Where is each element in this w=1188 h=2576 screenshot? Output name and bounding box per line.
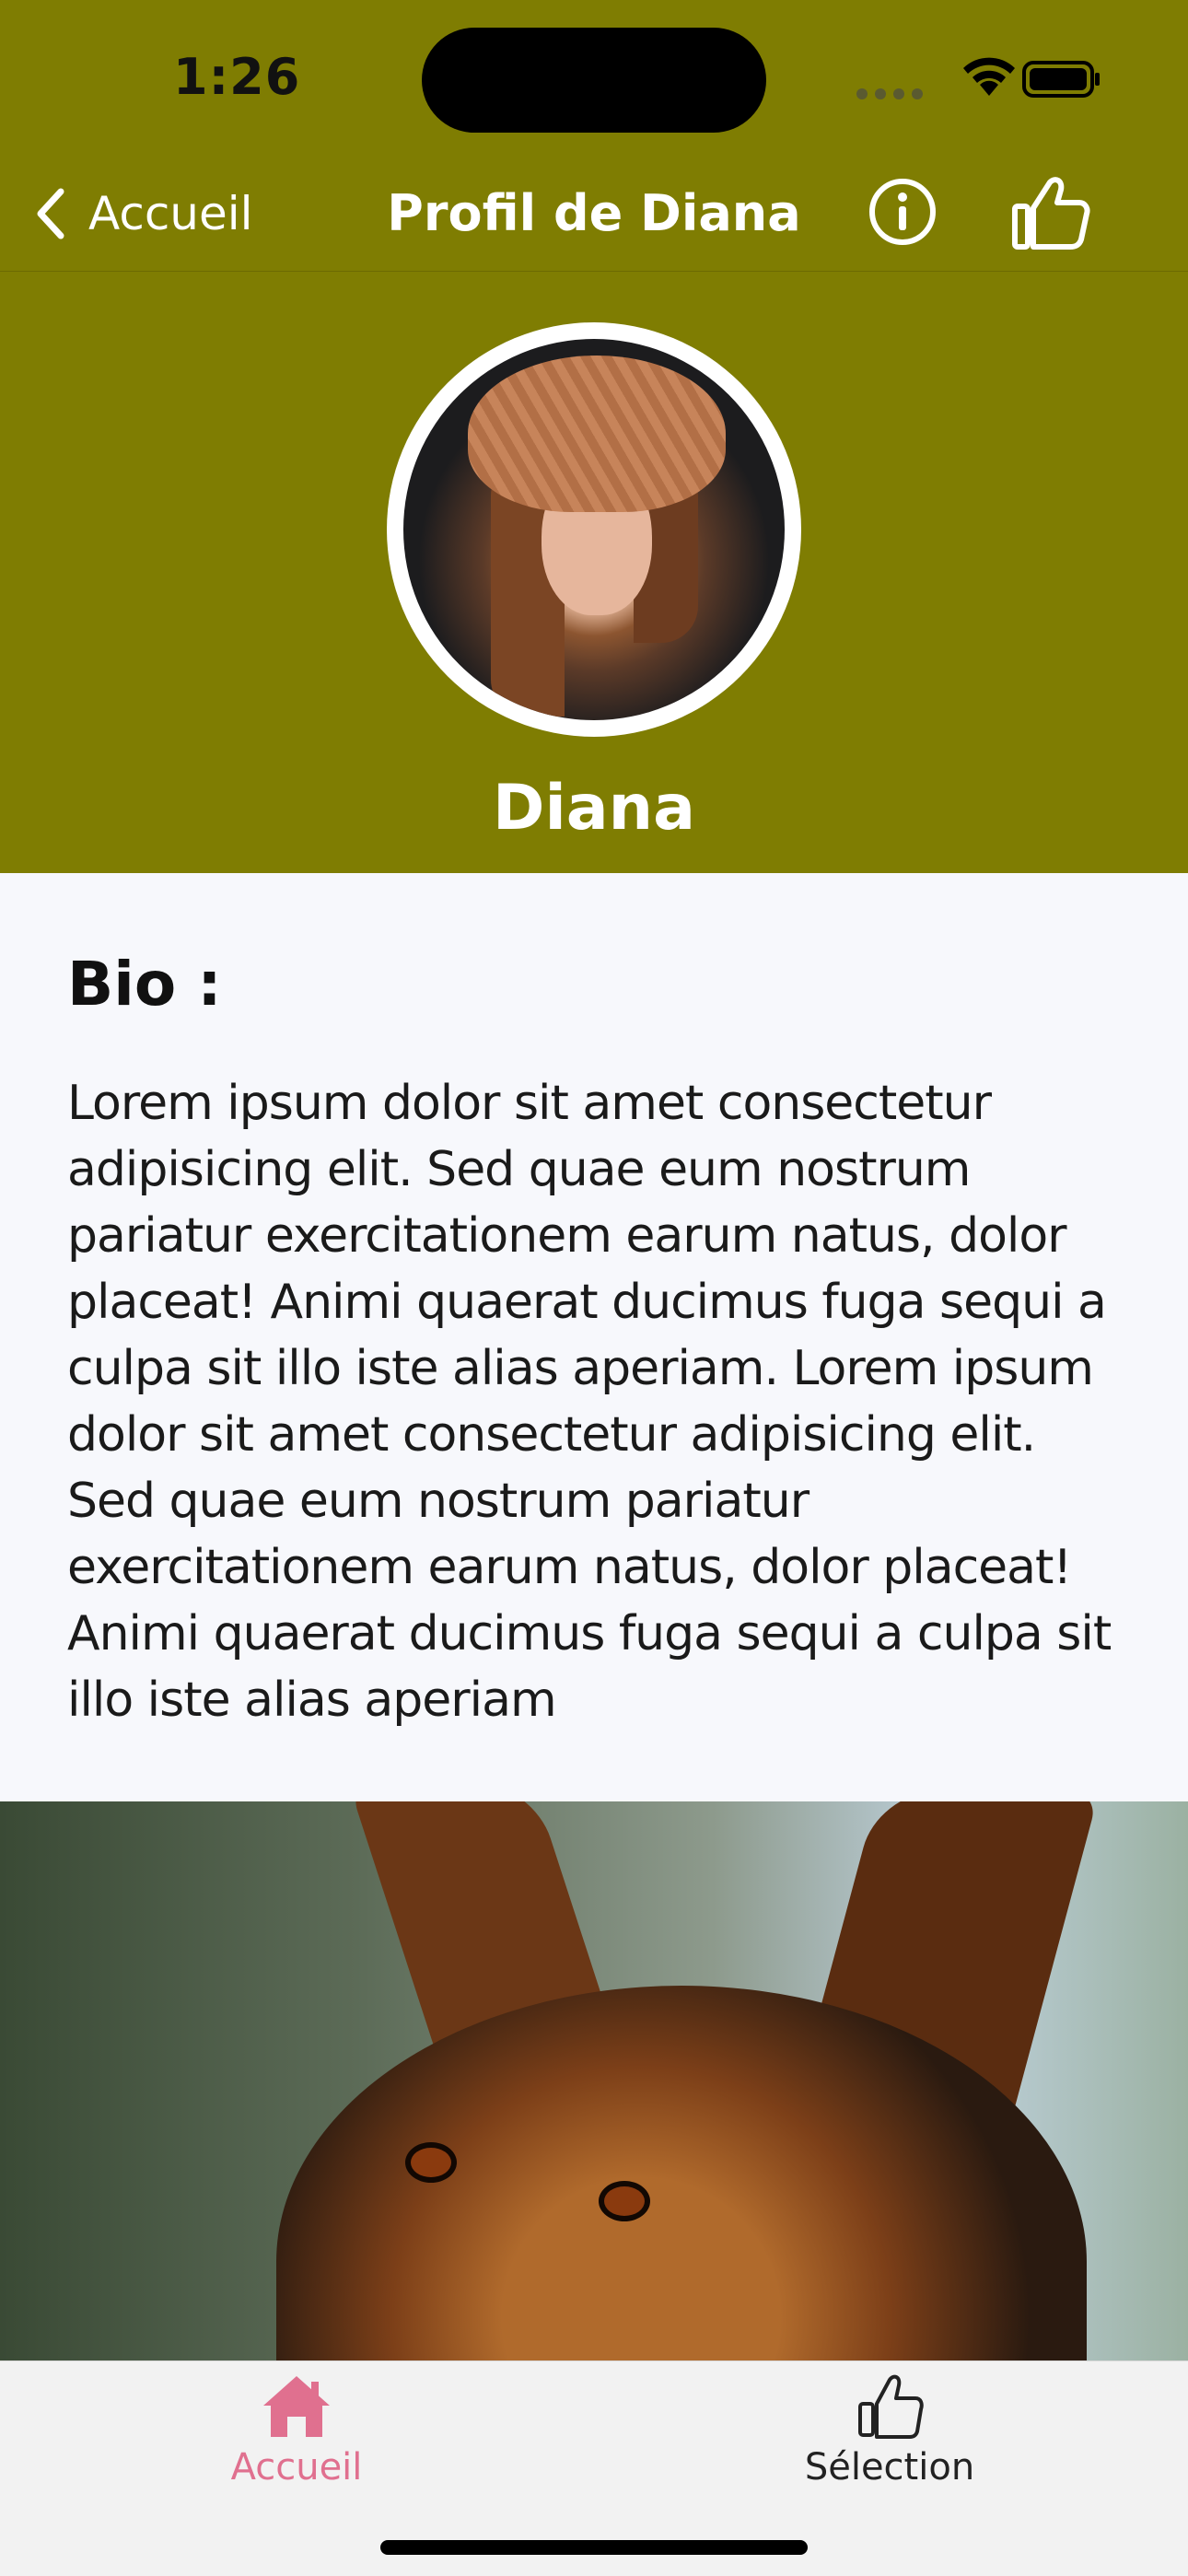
dynamic-island	[422, 28, 766, 133]
status-time: 1:26	[173, 48, 301, 106]
bio-text: Lorem ipsum dolor sit amet consectetur a…	[67, 1076, 1112, 1728]
bio-heading: Bio :	[67, 949, 222, 1020]
thumbs-up-icon[interactable]	[1009, 173, 1090, 252]
home-indicator	[380, 2540, 808, 2555]
status-icons	[856, 55, 1124, 105]
tab-label: Sélection	[804, 2446, 975, 2489]
battery-icon	[1022, 61, 1100, 98]
tab-selection[interactable]: Sélection	[705, 2372, 1074, 2489]
info-circle-icon[interactable]	[866, 175, 939, 249]
profile-name: Diana	[493, 772, 695, 845]
tab-label: Accueil	[230, 2446, 363, 2489]
wifi-icon	[963, 57, 1015, 96]
tab-accueil[interactable]: Accueil	[112, 2372, 481, 2489]
home-icon	[263, 2376, 330, 2437]
avatar-ring	[387, 322, 801, 737]
thumbs-up-icon	[858, 2374, 924, 2439]
dog-photo	[0, 1801, 1188, 2360]
status-bar: 1:26	[0, 0, 1188, 157]
signal-icon	[856, 86, 930, 103]
navigation-bar: Accueil Profil de Diana	[0, 157, 1188, 272]
avatar	[403, 339, 785, 720]
profile-header: 1:26 Accueil Profil de Diana Diana	[0, 0, 1188, 873]
